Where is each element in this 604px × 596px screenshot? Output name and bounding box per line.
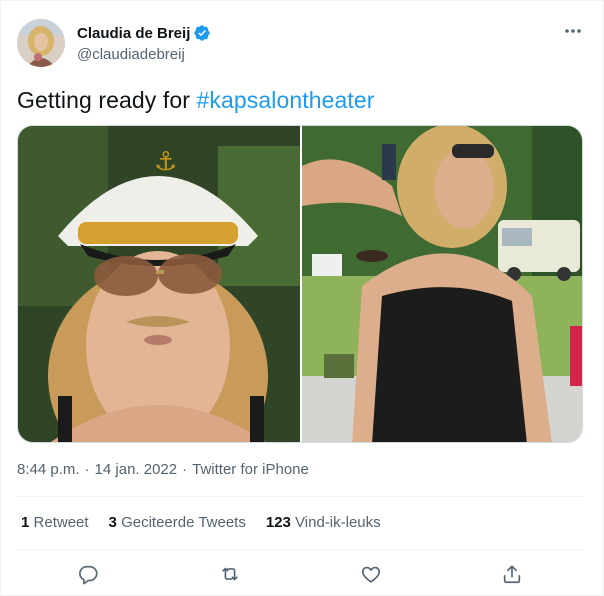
verified-badge-icon [193,24,211,42]
tweet-text-prefix: Getting ready for [17,87,197,113]
retweets-count: 1 [21,514,30,531]
avatar[interactable] [17,19,65,67]
likes-label: Vind-ik-leuks [295,514,381,531]
author-name-row[interactable]: Claudia de Breij [77,24,211,42]
tweet-stats: 1 Retweet 3 Geciteerde Tweets 123 Vind-i… [21,514,401,531]
more-horizontal-icon[interactable] [562,21,584,41]
action-bar [17,559,583,589]
tweet-card: Claudia de Breij @claudiadebreij Getting… [0,0,604,596]
quotes-stat[interactable]: 3 Geciteerde Tweets [109,514,246,531]
hashtag-link[interactable]: #kapsalontheater [197,87,375,113]
heart-icon[interactable] [358,561,384,587]
tweet-source[interactable]: Twitter for iPhone [192,461,309,478]
retweets-stat[interactable]: 1 Retweet [21,514,89,531]
retweets-label: Retweet [33,514,89,531]
tweet-text: Getting ready for #kapsalontheater [17,87,375,114]
retweet-icon[interactable] [217,561,243,587]
divider-top [17,496,583,497]
quotes-count: 3 [108,514,117,531]
author-handle[interactable]: @claudiadebreij [77,46,185,63]
share-icon[interactable] [499,561,525,587]
likes-count: 123 [265,514,291,531]
photo-captain-hat[interactable]: ⚓ [18,126,300,442]
divider-bottom [17,549,583,550]
tweet-meta: 8:44 p.m. · 14 jan. 2022 · Twitter for i… [17,461,309,478]
tweet-date[interactable]: 14 jan. 2022 [95,461,178,478]
likes-stat[interactable]: 123 Vind-ik-leuks [266,514,381,531]
quotes-label: Geciteerde Tweets [121,514,246,531]
reply-icon[interactable] [75,561,101,587]
meta-separator: · [84,461,90,478]
media-grid: ⚓ [17,125,583,443]
photo-woman-outdoors[interactable] [302,126,582,442]
meta-separator: · [182,461,188,478]
svg-text:⚓: ⚓ [154,147,177,177]
display-name[interactable]: Claudia de Breij [77,25,190,42]
tweet-time[interactable]: 8:44 p.m. [17,461,80,478]
